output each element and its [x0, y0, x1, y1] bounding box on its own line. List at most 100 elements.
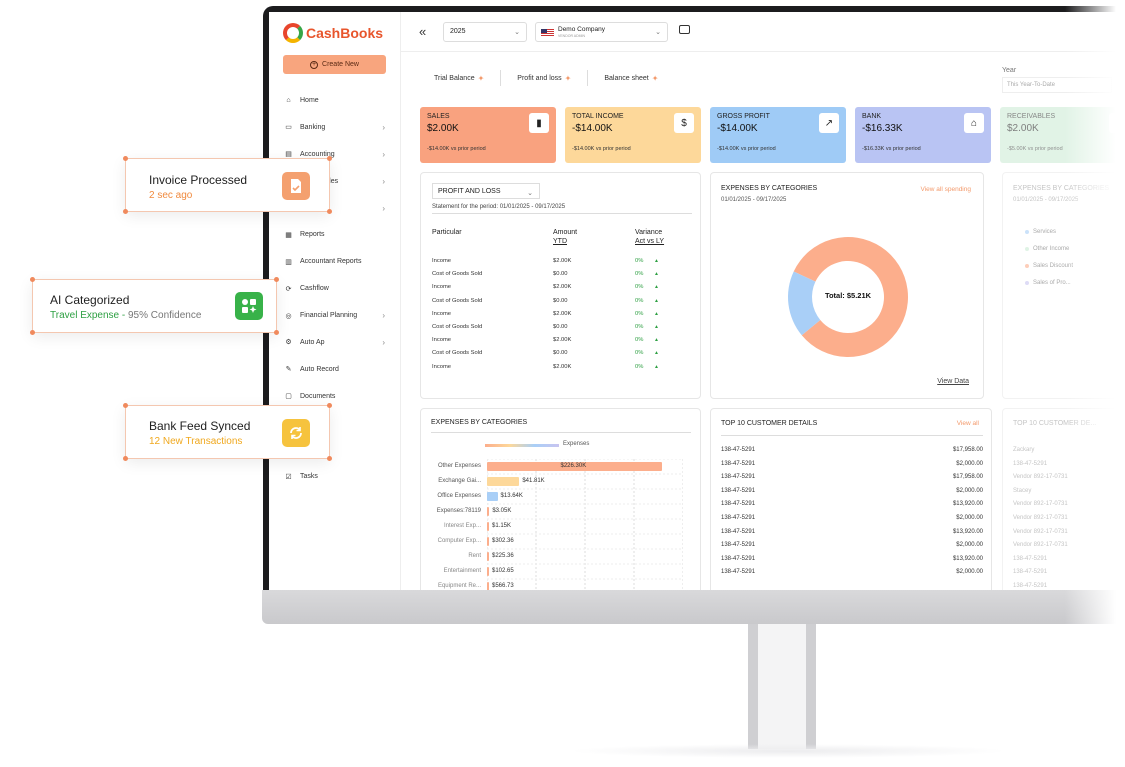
tab-balance-sheet[interactable]: Balance sheet ✦ — [588, 70, 674, 86]
customer-row[interactable]: 138-47-5291 $13,920.00 — [721, 501, 983, 515]
faded-customers-title: TOP 10 CUSTOMER DE... — [1013, 420, 1097, 427]
bar-value-label: $13.64K — [500, 493, 523, 499]
sidebar-item-banking[interactable]: ▭ Banking › — [283, 114, 393, 141]
chevron-right-icon: › — [382, 176, 385, 186]
pnl-row: Cost of Goods Sold $0.00 0% ▲ — [432, 271, 692, 284]
view-all-spending-link[interactable]: View all spending — [921, 186, 971, 193]
bar-category-label: Other Expenses — [437, 463, 481, 469]
create-new-button[interactable]: + Create New — [283, 55, 386, 74]
sidebar-item-label: Reports — [300, 231, 325, 239]
expense-bar[interactable] — [487, 492, 498, 501]
expense-bar[interactable] — [487, 567, 489, 576]
pnl-particular: Cost of Goods Sold — [432, 297, 483, 304]
customer-row[interactable]: 138-47-5291 $13,920.00 — [721, 556, 983, 570]
company-select[interactable]: Demo Company VENDOR ADMIN ⌄ — [535, 22, 668, 42]
kpi-card-sales[interactable]: Sales $2.00K -$14.00K vs prior period ▮ — [420, 107, 556, 163]
app-logo[interactable]: CashBooks — [283, 23, 383, 43]
kpi-card-receivables[interactable]: Receivables $2.00K -$5.00K vs prior period… — [1000, 107, 1125, 163]
sidebar-item-reports[interactable]: ▦ Reports — [283, 221, 393, 248]
sidebar-item-tasks[interactable]: ☑ Tasks — [283, 463, 393, 490]
pnl-row: Income $2.00K 0% ▲ — [432, 284, 692, 297]
expense-bar[interactable] — [487, 552, 489, 561]
customer-row[interactable]: 138-47-5291 $2,000.00 — [721, 461, 983, 475]
year-filter[interactable]: Year This Year-To-Date — [1002, 67, 1112, 93]
faded-customer-row: 138-47-5291 — [1013, 569, 1048, 576]
money-hand-icon: $ — [674, 113, 694, 133]
customer-amount: $2,000.00 — [956, 569, 983, 576]
pnl-particular: Cost of Goods Sold — [432, 350, 483, 357]
expense-bar[interactable] — [487, 537, 489, 546]
expense-bar[interactable] — [487, 522, 489, 531]
notification-invoice[interactable]: Invoice Processed 2 sec ago — [123, 156, 332, 214]
sidebar-item-label: Banking — [300, 123, 326, 131]
year-select[interactable]: 2025 ⌄ — [443, 22, 527, 42]
sidebar-item-label: Tasks — [300, 473, 318, 481]
customer-amount: $13,920.00 — [952, 528, 983, 535]
legend-item: Sales Discount — [1025, 257, 1073, 274]
expense-bar[interactable] — [487, 477, 520, 486]
notification-bank-feed[interactable]: Bank Feed Synced 12 New Transactions — [123, 403, 332, 461]
bank-icon: ▭ — [285, 124, 292, 132]
create-new-label: Create New — [322, 61, 359, 68]
trend-up-icon: ▲ — [654, 297, 659, 304]
company-name: Demo Company — [558, 26, 605, 33]
sidebar-item-cashflow[interactable]: ⟳ Cashflow — [283, 275, 393, 302]
pnl-row: Cost of Goods Sold $0.00 0% ▲ — [432, 298, 692, 311]
pnl-amount: $0.00 — [553, 324, 568, 330]
pnl-variance: 0% — [635, 258, 644, 264]
customer-id: 138-47-5291 — [721, 474, 756, 481]
sidebar-item-home[interactable]: ⌂ Home — [283, 87, 393, 114]
kpi-card-total-income[interactable]: Total Income -$14.00K -$14.00K vs prior pe… — [565, 107, 701, 163]
kpi-card-bank[interactable]: Bank -$16.33K -$16.33K vs prior period ⌂ — [855, 107, 991, 163]
tab-label: Balance sheet — [604, 74, 649, 82]
pnl-amount: $2.00K — [553, 337, 572, 344]
briefcase-icon[interactable] — [679, 25, 690, 34]
year-filter-value[interactable]: This Year-To-Date — [1002, 77, 1112, 93]
trend-up-icon: ▲ — [654, 350, 659, 357]
customer-row[interactable]: 138-47-5291 $2,000.00 — [721, 488, 983, 502]
app-screen: CashBooks + Create New ⌂ Home ▭ Banking › ▤ Ac… — [269, 12, 1125, 590]
trend-up-icon: ▲ — [654, 324, 659, 330]
sidebar-item-accountant-reports[interactable]: ▥ Accountant Reports — [283, 248, 393, 275]
expense-bar[interactable] — [487, 507, 490, 516]
chevron-right-icon: › — [382, 311, 385, 321]
legend-label: Sales of Pro... — [1033, 279, 1071, 286]
customer-row[interactable]: 138-47-5291 $2,000.00 — [721, 569, 983, 583]
invoice-check-icon — [282, 172, 310, 200]
customer-id: 138-47-5291 — [721, 460, 756, 467]
sidebar-item-label: Documents — [300, 392, 336, 400]
customer-row[interactable]: 138-47-5291 $17,958.00 — [721, 474, 983, 488]
pnl-amount: $2.00K — [553, 363, 572, 370]
view-all-customers-link[interactable]: View all — [957, 420, 979, 427]
customer-row[interactable]: 138-47-5291 $17,958.00 — [721, 447, 983, 461]
kpi-comparison: -$5.00K vs prior period — [1007, 146, 1063, 152]
bar-category-label: Computer Exp... — [437, 538, 481, 544]
sidebar-item-financial-planning[interactable]: ◎ Financial Planning › — [283, 302, 393, 329]
notification-ai[interactable]: AI Categorized Travel Expense - 95% Conf… — [30, 277, 279, 335]
view-data-link[interactable]: View Data — [937, 378, 969, 385]
chevron-down-icon: ⌄ — [527, 190, 533, 197]
sidebar-item-auto-ap[interactable]: ⚙ Auto Ap › — [283, 329, 393, 356]
customer-row[interactable]: 138-47-5291 $13,920.00 — [721, 529, 983, 543]
kpi-card-gross-profit[interactable]: Gross Profit -$14.00K -$14.00K vs prior pe… — [710, 107, 846, 163]
tab-trial-balance[interactable]: Trial Balance ✦ — [418, 70, 502, 86]
sidebar-item-auto-record[interactable]: ✎ Auto Record — [283, 356, 393, 383]
customer-row[interactable]: 138-47-5291 $2,000.00 — [721, 515, 983, 529]
tasks-icon: ☑ — [285, 473, 292, 481]
collapse-sidebar-icon[interactable]: « — [419, 24, 426, 39]
auto-ap-icon: ⚙ — [285, 339, 292, 347]
company-role: VENDOR ADMIN — [558, 34, 586, 38]
faded-customer-row: Stacey — [1013, 487, 1032, 494]
profit-loss-card: PROFIT AND LOSS ⌄ Statement for the peri… — [420, 172, 701, 399]
sidebar-item-label: Accountant Reports — [300, 258, 362, 266]
sidebar-item-label: Financial Planning — [300, 312, 358, 320]
bar-value-label: $1.15K — [492, 523, 512, 529]
faded-customer-row: 138-47-5291 — [1013, 555, 1048, 562]
report-type-dropdown[interactable]: PROFIT AND LOSS ⌄ — [432, 183, 540, 199]
tab-profit-and-loss[interactable]: Profit and loss ✦ — [501, 70, 589, 86]
expense-bar[interactable] — [487, 582, 489, 590]
faded-customer-row: 138-47-5291 — [1013, 460, 1048, 467]
chevron-right-icon: › — [382, 203, 385, 213]
customer-row[interactable]: 138-47-5291 $2,000.00 — [721, 542, 983, 556]
customer-id: 138-47-5291 — [721, 569, 756, 576]
